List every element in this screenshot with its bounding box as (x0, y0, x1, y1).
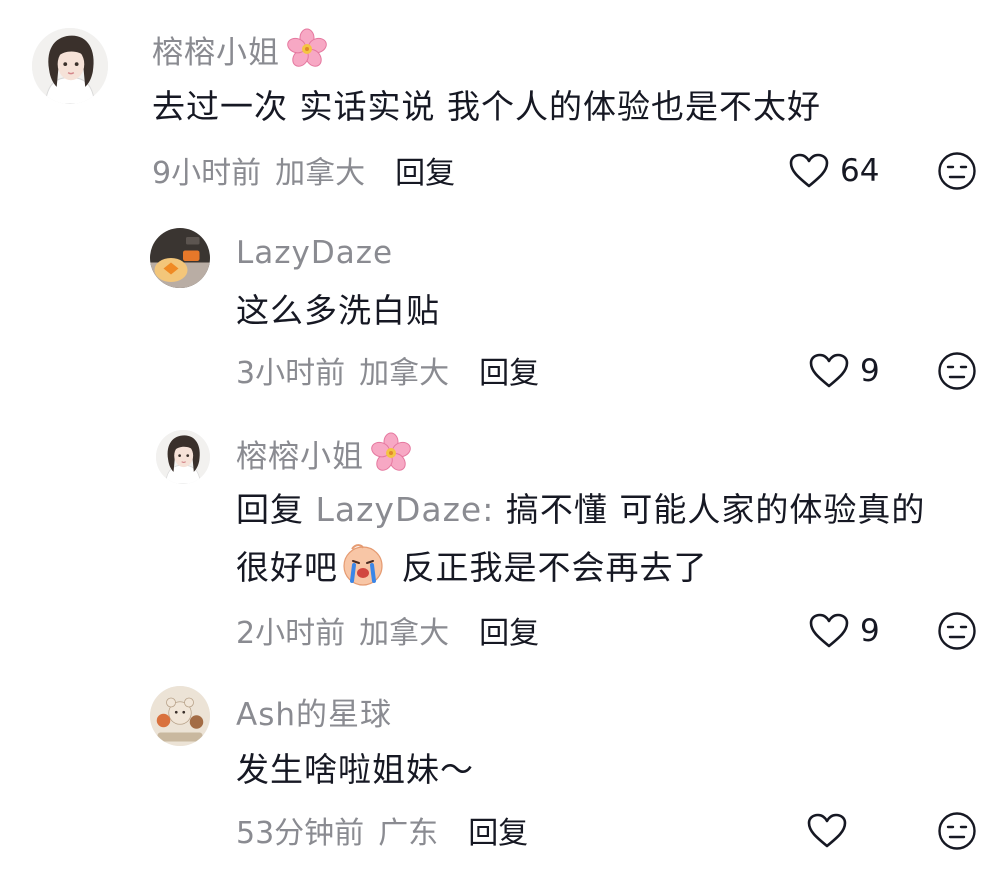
comment-text: 去过一次 实话实说 我个人的体验也是不太好 (152, 87, 821, 126)
heart-icon (808, 612, 850, 650)
reply-prefix: 回复 (236, 490, 304, 529)
like-button[interactable]: 64 (788, 150, 879, 192)
avatar[interactable] (156, 430, 210, 484)
heart-icon (788, 152, 830, 190)
food-photo-avatar-icon (150, 228, 210, 288)
comment-text: 回复 LazyDaze: 搞不懂 可能人家的体验真的 (236, 481, 925, 539)
avatar[interactable] (150, 686, 210, 746)
reply-target-user[interactable]: LazyDaze: (316, 490, 495, 529)
dislike-button[interactable] (937, 811, 977, 851)
crying-emoji-icon (340, 541, 386, 587)
comment-meta: 53分钟前 广东 回复 (236, 808, 528, 852)
username-text: 榕榕小姐 (152, 34, 280, 71)
like-button[interactable]: 9 (808, 610, 880, 652)
girl-avatar-icon (32, 28, 108, 104)
heart-icon (806, 812, 848, 850)
comment-meta: 2小时前 加拿大 回复 (236, 608, 539, 652)
like-count: 9 (860, 613, 880, 649)
toys-photo-avatar-icon (150, 686, 210, 746)
location: 广东 (378, 816, 439, 851)
timestamp: 9小时前 (152, 156, 262, 191)
username[interactable]: Ash的星球 (236, 690, 392, 733)
meh-face-icon (937, 151, 977, 191)
heart-icon (808, 352, 850, 390)
timestamp: 2小时前 (236, 616, 346, 651)
reply-item: LazyDaze 这么多洗白贴 3小时前 加拿大 回复 9 (0, 210, 986, 410)
comment-meta: 9小时前 加拿大 回复 (152, 148, 455, 192)
timestamp: 53分钟前 (236, 816, 365, 851)
comment-meta: 3小时前 加拿大 回复 (236, 348, 539, 392)
dislike-button[interactable] (937, 151, 977, 191)
timestamp: 3小时前 (236, 356, 346, 391)
meh-face-icon (937, 611, 977, 651)
dislike-button[interactable] (937, 611, 977, 651)
location: 加拿大 (359, 356, 450, 391)
avatar[interactable] (150, 228, 210, 288)
comment-text-line1: 搞不懂 可能人家的体验真的 (505, 490, 926, 529)
reply-button[interactable]: 回复 (479, 608, 539, 652)
reply-item: Ash的星球 发生啥啦姐妹～ 53分钟前 广东 回复 (0, 680, 986, 884)
like-button[interactable]: 9 (808, 350, 880, 392)
comment-text: 这么多洗白贴 (236, 291, 440, 330)
dislike-button[interactable] (937, 351, 977, 391)
meh-face-icon (937, 811, 977, 851)
meh-face-icon (937, 351, 977, 391)
reply-button[interactable]: 回复 (395, 148, 455, 192)
like-count: 9 (860, 353, 880, 389)
flower-icon (286, 28, 328, 70)
comment-item: 榕榕小姐 去过一次 实话实说 我个人的体验也是不太好 9小时前 加拿大 回复 6… (0, 0, 986, 210)
like-button[interactable] (806, 810, 858, 852)
reply-item: 榕榕小姐 回复 LazyDaze: 搞不懂 可能人家的体验真的 很好吧 反正我是… (0, 420, 986, 670)
username[interactable]: LazyDaze (236, 232, 393, 274)
username[interactable]: 榕榕小姐 (236, 432, 412, 475)
flower-icon (370, 432, 412, 474)
like-count: 64 (840, 153, 880, 189)
reply-button[interactable]: 回复 (468, 808, 528, 852)
comment-text: 发生啥啦姐妹～ (236, 750, 474, 789)
comment-text-part: 很好吧 (236, 548, 338, 587)
location: 加拿大 (359, 616, 450, 651)
reply-button[interactable]: 回复 (479, 348, 539, 392)
comment-text-part: 反正我是不会再去了 (401, 548, 708, 587)
avatar[interactable] (32, 28, 108, 104)
username-text: 榕榕小姐 (236, 438, 364, 475)
girl-avatar-icon (156, 430, 210, 484)
comment-text-line2: 很好吧 反正我是不会再去了 (236, 539, 708, 597)
username[interactable]: 榕榕小姐 (152, 28, 328, 71)
location: 加拿大 (275, 156, 366, 191)
